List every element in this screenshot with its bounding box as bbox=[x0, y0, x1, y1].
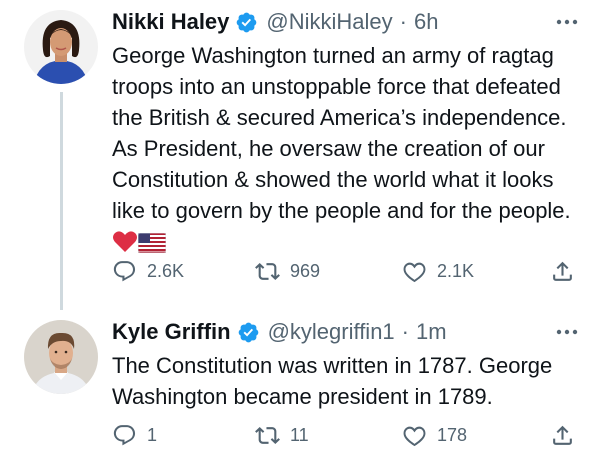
like-button[interactable]: 2.1K bbox=[402, 256, 474, 286]
like-count: 2.1K bbox=[437, 260, 475, 281]
tweet-kyle-griffin[interactable]: Kyle Griffin @kylegriffin1 · 1m The Cons… bbox=[0, 312, 600, 455]
tweet-header: Kyle Griffin @kylegriffin1 · 1m bbox=[112, 318, 580, 346]
author-handle[interactable]: @kylegriffin1 bbox=[268, 318, 395, 346]
reply-button[interactable]: 1 bbox=[112, 420, 157, 450]
share-button[interactable] bbox=[550, 420, 575, 450]
more-dots-icon[interactable] bbox=[554, 319, 580, 345]
share-icon bbox=[553, 261, 572, 281]
author-handle[interactable]: @NikkiHaley bbox=[266, 8, 392, 36]
retweet-count: 969 bbox=[290, 260, 321, 281]
author-name[interactable]: Kyle Griffin bbox=[112, 318, 231, 346]
avatar[interactable] bbox=[24, 10, 98, 84]
retweet-icon bbox=[255, 426, 280, 444]
tweet-actions: 2.6K 969 2.1K bbox=[112, 256, 582, 286]
tweet-actions: 1 11 178 bbox=[112, 420, 582, 450]
heart-icon bbox=[403, 426, 426, 446]
retweet-icon bbox=[255, 262, 280, 280]
tweet-header: Nikki Haley @NikkiHaley · 6h bbox=[112, 8, 580, 36]
tweet-text-content: George Washington turned an army of ragt… bbox=[112, 43, 571, 223]
heart-icon bbox=[403, 262, 426, 282]
thread-connector-line bbox=[60, 92, 63, 310]
reply-count: 1 bbox=[147, 424, 158, 445]
separator-dot: · bbox=[401, 319, 409, 344]
retweet-button[interactable]: 969 bbox=[255, 256, 320, 286]
share-button[interactable] bbox=[550, 256, 575, 286]
verified-badge-icon bbox=[238, 322, 258, 342]
reply-button[interactable]: 2.6K bbox=[112, 256, 184, 286]
tweet-nikki-haley[interactable]: Nikki Haley @NikkiHaley · 6h George Wash… bbox=[0, 0, 600, 312]
tweet-text: The Constitution was written in 1787. Ge… bbox=[112, 353, 553, 409]
share-icon bbox=[553, 425, 572, 445]
reply-count: 2.6K bbox=[147, 260, 185, 281]
timestamp[interactable]: 1m bbox=[416, 318, 447, 346]
tweet-text: George Washington turned an army of ragt… bbox=[112, 40, 582, 261]
avatar-image bbox=[24, 320, 98, 394]
author-name[interactable]: Nikki Haley bbox=[112, 8, 229, 36]
avatar[interactable] bbox=[24, 320, 98, 394]
retweet-count: 11 bbox=[290, 424, 309, 445]
verified-badge-icon bbox=[237, 12, 257, 32]
avatar-image bbox=[24, 10, 98, 84]
reply-icon bbox=[113, 424, 136, 445]
like-button[interactable]: 178 bbox=[402, 420, 467, 450]
separator-dot: · bbox=[399, 9, 407, 34]
retweet-button[interactable]: 11 bbox=[255, 420, 309, 450]
more-dots-icon[interactable] bbox=[554, 9, 580, 35]
reply-icon bbox=[113, 260, 136, 281]
timestamp[interactable]: 6h bbox=[414, 8, 438, 36]
like-count: 178 bbox=[437, 424, 468, 445]
